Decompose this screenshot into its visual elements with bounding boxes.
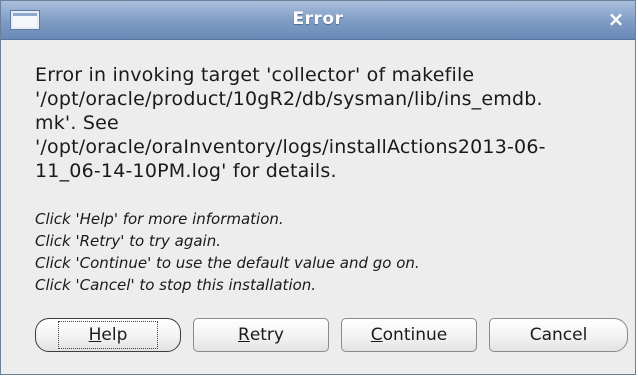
focus-ring: Help <box>57 321 159 349</box>
button-row: Help Retry Continue Cancel <box>35 318 628 352</box>
hint-help: Click 'Help' for more information. <box>35 210 284 228</box>
hint-cancel: Click 'Cancel' to stop this installation… <box>35 276 317 294</box>
cancel-button[interactable]: Cancel <box>489 318 628 352</box>
message-line: Error in invoking target 'collector' of … <box>35 64 475 86</box>
dialog-title: Error <box>292 9 344 29</box>
hint-retry: Click 'Retry' to try again. <box>35 232 221 250</box>
title-bar[interactable]: Error × <box>1 1 635 40</box>
help-label: elp <box>101 325 128 345</box>
cancel-label: Cancel <box>529 325 588 345</box>
hint-continue: Click 'Continue' to use the default valu… <box>35 254 420 272</box>
mnemonic-c: C <box>370 325 383 345</box>
error-message: Error in invoking target 'collector' of … <box>35 63 620 183</box>
message-line: '/opt/oracle/product/10gR2/db/sysman/lib… <box>35 88 543 110</box>
help-button[interactable]: Help <box>35 318 181 352</box>
retry-label: etry <box>249 325 284 345</box>
mnemonic-h: H <box>88 325 102 345</box>
continue-label: ontinue <box>382 325 448 345</box>
error-dialog: Error × Error in invoking target 'collec… <box>0 0 636 375</box>
message-line: '/opt/oracle/oraInventory/logs/installAc… <box>35 136 546 158</box>
message-line: 11_06-14-10PM.log' for details. <box>35 160 337 182</box>
close-icon[interactable]: × <box>605 7 627 31</box>
retry-button[interactable]: Retry <box>193 318 329 352</box>
instructions: Click 'Help' for more information. Click… <box>35 208 420 296</box>
message-line: mk'. See <box>35 112 119 134</box>
continue-button[interactable]: Continue <box>341 318 477 352</box>
mnemonic-r: R <box>238 325 250 345</box>
